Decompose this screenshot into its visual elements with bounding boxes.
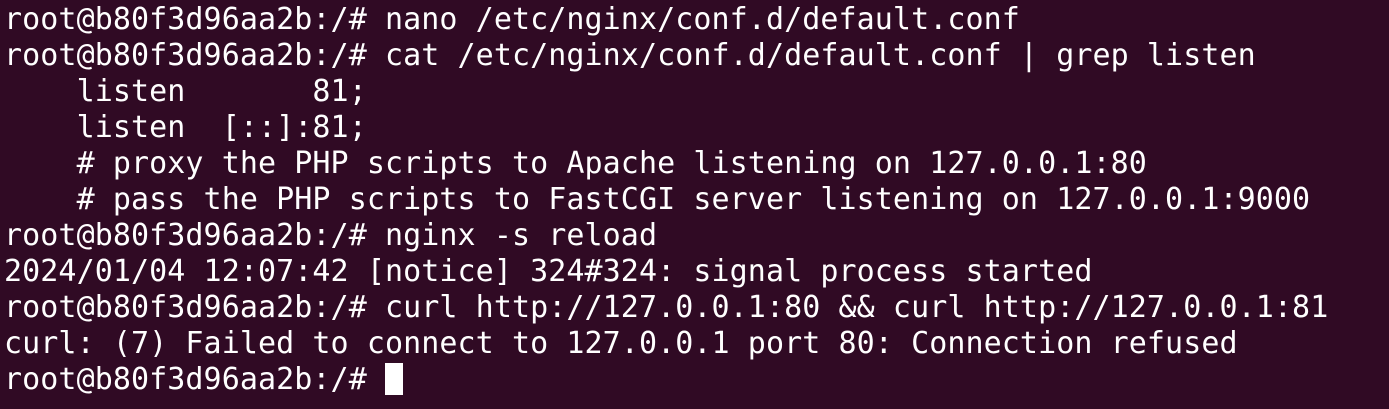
terminal-line-output: curl: (7) Failed to connect to 127.0.0.1…: [4, 326, 1238, 361]
terminal-line-command: root@b80f3d96aa2b:/# nano /etc/nginx/con…: [4, 2, 1020, 37]
terminal-line-command: root@b80f3d96aa2b:/# nginx -s reload: [4, 218, 658, 253]
terminal-prompt: root@b80f3d96aa2b:/#: [4, 362, 385, 397]
terminal-line-output: 2024/01/04 12:07:42 [notice] 324#324: si…: [4, 254, 1093, 289]
terminal-window[interactable]: root@b80f3d96aa2b:/# nano /etc/nginx/con…: [0, 0, 1389, 409]
terminal-line-command: root@b80f3d96aa2b:/# curl http://127.0.0…: [4, 290, 1329, 325]
terminal-line-output: listen [::]:81;: [4, 110, 367, 145]
terminal-line-output: listen 81;: [4, 74, 367, 109]
terminal-line-output: # pass the PHP scripts to FastCGI server…: [4, 182, 1311, 217]
terminal-cursor: [384, 363, 403, 395]
terminal-prompt-line[interactable]: root@b80f3d96aa2b:/#: [4, 362, 403, 398]
terminal-line-command: root@b80f3d96aa2b:/# cat /etc/nginx/conf…: [4, 38, 1256, 73]
terminal-line-output: # proxy the PHP scripts to Apache listen…: [4, 146, 1147, 181]
